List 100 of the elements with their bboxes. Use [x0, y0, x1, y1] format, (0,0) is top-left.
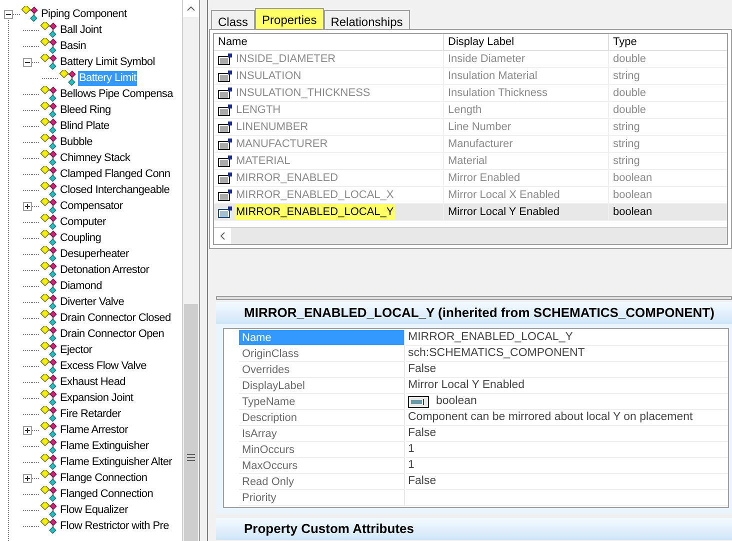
table-cell-text: Mirror Local X Enabled: [448, 188, 560, 203]
tree-item[interactable]: Battery Limit Symbol: [59, 54, 156, 70]
property-label[interactable]: MinOccurs: [239, 442, 405, 457]
tree-item[interactable]: Computer: [59, 214, 107, 230]
property-label[interactable]: DisplayLabel: [239, 378, 405, 393]
tree-item[interactable]: Flanged Connection: [59, 486, 154, 502]
tree-item[interactable]: Flow Equalizer: [59, 502, 129, 518]
property-icon: [218, 70, 233, 82]
class-node-icon: [39, 342, 57, 358]
tree-item[interactable]: Expansion Joint: [59, 390, 134, 406]
property-value: sch:SCHEMATICS_COMPONENT: [408, 346, 585, 361]
table-cell-text: string: [613, 154, 640, 169]
property-label[interactable]: OriginClass: [239, 346, 405, 361]
tree-item[interactable]: Desuperheater: [59, 246, 130, 262]
property-icon: [218, 188, 233, 202]
tree-item[interactable]: Detonation Arrestor: [59, 262, 150, 278]
tree-item[interactable]: Ball Joint: [59, 22, 103, 38]
property-icon: [218, 104, 233, 116]
class-node-icon: [39, 118, 57, 134]
tab[interactable]: Properties: [255, 8, 324, 29]
property-value: False: [408, 474, 436, 489]
expand-toggle[interactable]: [23, 474, 32, 482]
collapse-toggle[interactable]: [23, 58, 32, 66]
table-cell-text: double: [613, 102, 646, 118]
table-cell-text: boolean: [613, 204, 652, 220]
class-node-icon: [39, 134, 57, 150]
section-header: MIRROR_ENABLED_LOCAL_Y (inherited from SCHEMATICS_COMPONENT): [216, 302, 732, 324]
property-label[interactable]: Read Only: [239, 474, 405, 489]
tree-item[interactable]: Ejector: [59, 342, 94, 358]
tree-item[interactable]: Compensator: [59, 198, 124, 214]
tree-item[interactable]: Bellows Pipe Compensa: [59, 86, 174, 102]
tree-item[interactable]: Flame Arrestor: [59, 422, 129, 438]
table-cell-text: boolean: [613, 188, 652, 203]
tree-item[interactable]: Piping Component: [40, 6, 128, 22]
property-value: Mirror Local Y Enabled: [408, 378, 525, 393]
class-node-icon: [39, 166, 57, 182]
tree-item[interactable]: Fire Retarder: [59, 406, 122, 422]
property-icon: [218, 206, 233, 218]
column-header[interactable]: Type: [609, 34, 727, 50]
expand-toggle[interactable]: [23, 202, 32, 210]
property-label[interactable]: Overrides: [239, 362, 405, 377]
table-cell-text: Line Number: [448, 120, 511, 135]
tree-item[interactable]: Bubble: [59, 134, 94, 150]
tree-item[interactable]: Blind Plate: [59, 118, 110, 134]
class-node-icon: [39, 310, 57, 326]
column-header[interactable]: Name: [214, 34, 444, 50]
tree-item[interactable]: Flame Extinguisher: [59, 438, 150, 454]
class-node-icon: [39, 422, 57, 438]
tab[interactable]: Relationships: [324, 10, 410, 29]
tree-item[interactable]: Clamped Flanged Conn: [59, 166, 172, 182]
class-node-icon: [39, 198, 57, 214]
tree-item[interactable]: Coupling: [59, 230, 102, 246]
tree-item[interactable]: Drain Connector Open: [59, 326, 166, 342]
table-cell-text: MATERIAL: [235, 154, 292, 169]
class-node-icon: [39, 294, 57, 310]
horizontal-scrollbar[interactable]: [214, 227, 727, 244]
tab[interactable]: Class: [211, 10, 256, 29]
tree-item[interactable]: Flange Connection: [59, 470, 148, 486]
class-node-icon: [39, 438, 57, 454]
tree-item[interactable]: Exhaust Head: [59, 374, 126, 390]
class-node-icon: [39, 54, 57, 70]
tree-item[interactable]: Chimney Stack: [59, 150, 132, 166]
class-node-icon: [39, 454, 57, 470]
scroll-up-icon[interactable]: [183, 0, 199, 17]
tree-item[interactable]: Drain Connector Closed: [59, 310, 172, 326]
collapse-toggle[interactable]: [4, 10, 13, 18]
property-value: False: [408, 362, 436, 377]
vertical-scrollbar[interactable]: [182, 0, 199, 541]
table-cell-text: Mirror Enabled: [448, 170, 520, 186]
class-node-icon: [39, 86, 57, 102]
tree-item[interactable]: Flow Restrictor with Pre: [59, 518, 170, 534]
class-node-icon: [39, 502, 57, 518]
property-label[interactable]: Description: [239, 410, 405, 425]
class-node-icon: [39, 390, 57, 406]
class-node-icon: [39, 182, 57, 198]
tree-item[interactable]: Flame Extinguisher Alter: [59, 454, 174, 470]
table-cell-text: INSULATION_THICKNESS: [235, 86, 372, 101]
property-value: MIRROR_ENABLED_LOCAL_Y: [408, 330, 573, 345]
tree-item[interactable]: Closed Interchangeable: [59, 182, 171, 198]
tree-item[interactable]: Basin: [59, 38, 88, 54]
class-node-icon: [39, 262, 57, 278]
tree-item[interactable]: Diverter Valve: [59, 294, 126, 310]
class-node-icon: [39, 486, 57, 502]
class-node-icon: [39, 470, 57, 486]
property-icon: [218, 172, 233, 184]
tree-item[interactable]: Diamond: [59, 278, 103, 294]
tree-item[interactable]: Bleed Ring: [59, 102, 112, 118]
class-node-icon: [39, 358, 57, 374]
property-label[interactable]: Priority: [239, 490, 405, 505]
property-icon: [218, 154, 233, 168]
column-header[interactable]: Display Label: [444, 34, 609, 50]
tree-item[interactable]: Excess Flow Valve: [59, 358, 148, 374]
property-row[interactable]: MIRROR_ENABLED_LOCAL_Y Mirror Local Y Enabled boolean: [214, 204, 727, 221]
property-label[interactable]: IsArray: [239, 426, 405, 441]
property-label[interactable]: MaxOccurs: [239, 458, 405, 473]
scroll-left-icon[interactable]: [214, 228, 231, 244]
table-cell-text: INSIDE_DIAMETER: [235, 52, 337, 67]
table-cell-text: double: [613, 52, 646, 67]
expand-toggle[interactable]: [23, 426, 32, 434]
property-label[interactable]: TypeName: [239, 394, 405, 409]
